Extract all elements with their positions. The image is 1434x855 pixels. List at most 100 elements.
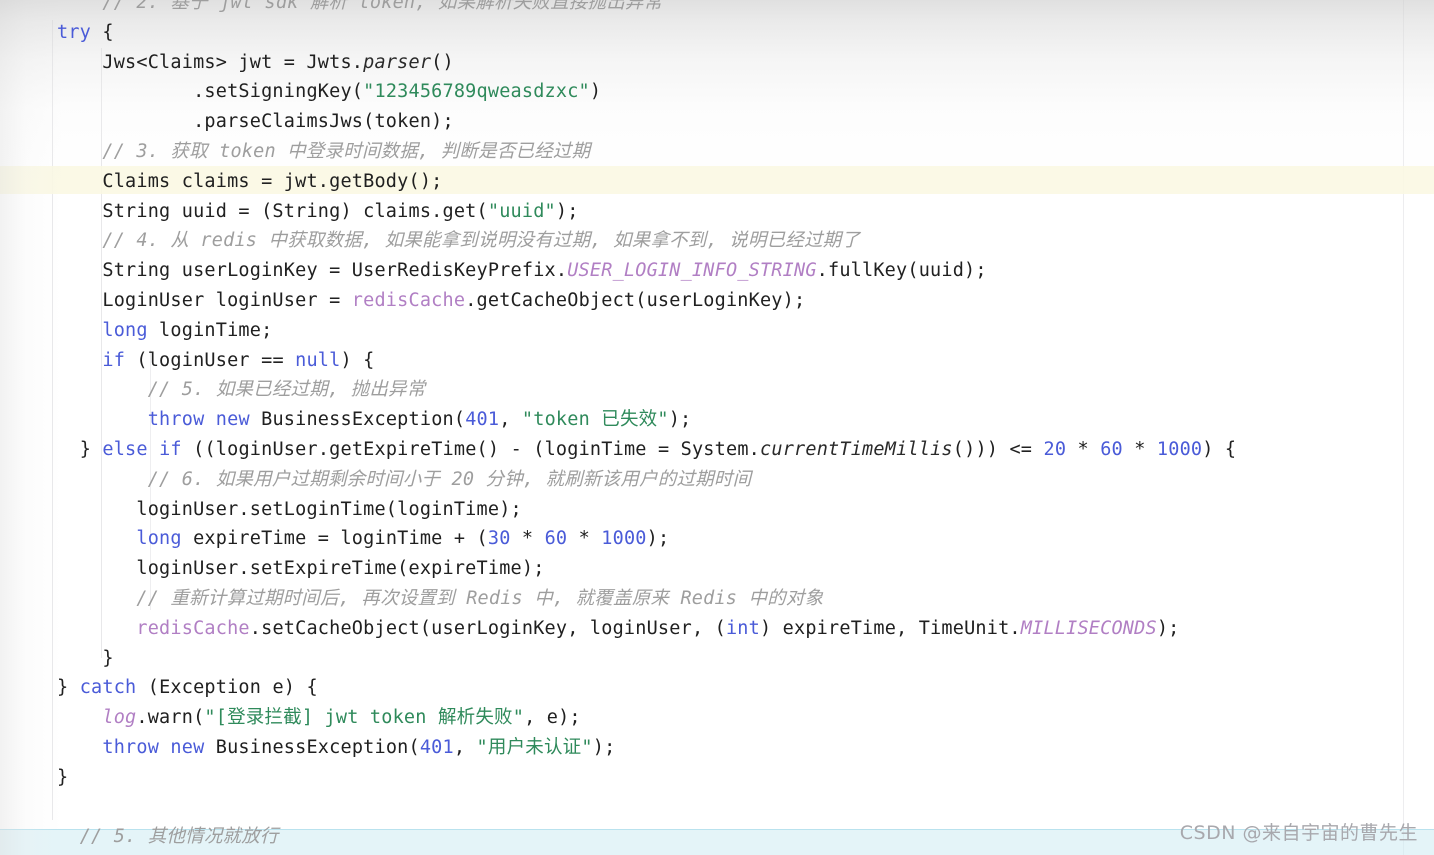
code-line[interactable]: } else if ((loginUser.getExpireTime() - …: [0, 435, 1236, 465]
code-token-pln: [159, 737, 170, 758]
code-line[interactable]: // 2. 基于 jwt sdk 解析 token, 如果解析失败直接抛出异常: [0, 0, 1236, 18]
code-line[interactable]: // 重新计算过期时间后, 再次设置到 Redis 中, 就覆盖原来 Redis…: [0, 584, 1236, 614]
code-token-pln: loginUser.setLoginTime(loginTime);: [136, 498, 522, 520]
code-token-pln: {: [91, 21, 114, 43]
code-token-num: 20: [1043, 438, 1067, 460]
code-token-kw: try: [57, 21, 92, 43]
code-token-kw: if: [102, 349, 126, 371]
code-token-mth: parser: [363, 51, 432, 73]
code-token-pln: ) {: [340, 349, 375, 371]
code-token-pln: loginUser.setExpireTime(expireTime);: [136, 558, 545, 580]
code-line[interactable]: redisCache.setCacheObject(userLoginKey, …: [0, 614, 1236, 644]
code-token-sfld: log: [102, 707, 137, 729]
code-line[interactable]: throw new BusinessException(401, "用户未认证"…: [0, 733, 1236, 763]
code-token-kw: new: [215, 409, 250, 431]
code-token-pln: (): [431, 51, 454, 73]
code-token-pln: [204, 409, 215, 430]
code-token-pln: );: [646, 528, 670, 550]
code-line[interactable]: loginUser.setExpireTime(expireTime);: [0, 554, 1236, 584]
code-line[interactable]: if (loginUser == null) {: [0, 346, 1236, 376]
right-margin-guide: [1403, 0, 1404, 855]
code-block[interactable]: // 2. 基于 jwt sdk 解析 token, 如果解析失败直接抛出异常 t…: [0, 0, 1236, 855]
code-token-pln: ())) <=: [952, 438, 1044, 460]
code-line[interactable]: // 4. 从 redis 中获取数据, 如果能拿到说明没有过期, 如果拿不到,…: [0, 226, 1236, 256]
code-token-pln: .getCacheObject(userLoginKey);: [465, 289, 806, 311]
code-token-cmt: // 5. 其他情况就放行: [79, 826, 279, 848]
code-token-pln: ) {: [1202, 438, 1237, 460]
code-line[interactable]: // 5. 其他情况就放行: [0, 822, 1236, 852]
code-token-kw: catch: [79, 677, 137, 699]
code-token-num: 60: [544, 528, 568, 550]
code-token-pln: ,: [499, 409, 522, 431]
code-line[interactable]: throw new BusinessException(401, "token …: [0, 405, 1236, 435]
code-token-cmt: // 4. 从 redis 中获取数据, 如果能拿到说明没有过期, 如果拿不到,…: [102, 230, 861, 252]
code-line[interactable]: }: [0, 644, 1236, 674]
code-line[interactable]: Jws<Claims> jwt = Jwts.parser(): [0, 48, 1236, 78]
code-token-fld: redisCache: [136, 617, 250, 639]
code-line[interactable]: String uuid = (String) claims.get("uuid"…: [0, 197, 1236, 227]
code-token-cmt: // 3. 获取 token 中登录时间数据, 判断是否已经过期: [102, 140, 591, 162]
code-token-kw: long: [102, 319, 148, 341]
code-line[interactable]: try {: [0, 18, 1236, 48]
code-token-pln: );: [592, 736, 616, 758]
code-token-pln: Claims claims = jwt.getBody();: [102, 170, 443, 192]
code-editor-viewport[interactable]: // 2. 基于 jwt sdk 解析 token, 如果解析失败直接抛出异常 t…: [0, 0, 1434, 855]
code-token-pln: *: [1122, 438, 1157, 460]
code-line[interactable]: Claims claims = jwt.getBody();: [0, 167, 1236, 197]
code-line[interactable]: LoginUser loginUser = redisCache.getCach…: [0, 286, 1236, 316]
code-token-pln: BusinessException(: [249, 409, 466, 431]
code-token-pln: (Exception e) {: [136, 677, 318, 699]
code-token-num: 30: [487, 528, 511, 550]
code-token-pln: (loginUser ==: [125, 349, 296, 371]
code-token-pln: ,: [453, 736, 477, 758]
code-line[interactable]: } catch (Exception e) {: [0, 673, 1236, 703]
code-line[interactable]: log.warn("[登录拦截] jwt token 解析失败", e);: [0, 703, 1236, 733]
code-token-num: 1000: [601, 528, 647, 550]
code-token-str: "用户未认证": [476, 736, 593, 758]
code-token-pln: [148, 439, 159, 460]
code-token-kw: long: [136, 528, 182, 550]
code-line[interactable]: String userLoginKey = UserRedisKeyPrefix…: [0, 256, 1236, 286]
code-line[interactable]: [0, 793, 1236, 823]
code-token-kw: null: [295, 349, 341, 371]
code-line[interactable]: // 3. 获取 token 中登录时间数据, 判断是否已经过期: [0, 137, 1236, 167]
code-token-kw: if: [159, 438, 182, 460]
code-line[interactable]: // 6. 如果用户过期剩余时间小于 20 分钟, 就刷新该用户的过期时间: [0, 465, 1236, 495]
code-line[interactable]: }: [0, 763, 1236, 793]
code-token-fld: redisCache: [351, 289, 466, 311]
code-token-pln: ) expireTime, TimeUnit.: [759, 617, 1021, 639]
code-line[interactable]: long loginTime;: [0, 316, 1236, 346]
code-token-cmt: // 6. 如果用户过期剩余时间小于 20 分钟, 就刷新该用户的过期时间: [147, 468, 752, 490]
code-token-num: 401: [465, 409, 500, 431]
code-line[interactable]: long expireTime = loginTime + (30 * 60 *…: [0, 524, 1236, 554]
code-token-pln: .warn(: [136, 707, 205, 729]
code-line[interactable]: .parseClaimsJws(token);: [0, 107, 1236, 137]
code-line[interactable]: loginUser.setLoginTime(loginTime);: [0, 495, 1236, 525]
code-token-sfld: USER_LOGIN_INFO_STRING: [567, 260, 817, 282]
code-token-pln: .parseClaimsJws(token);: [193, 111, 454, 133]
code-token-pln: }: [102, 647, 114, 669]
code-token-str: "token 已失效": [521, 409, 669, 431]
code-token-pln: loginTime;: [147, 319, 273, 341]
code-line[interactable]: // 5. 如果已经过期, 抛出异常: [0, 375, 1236, 405]
code-token-kw: throw: [102, 736, 160, 758]
code-line[interactable]: .setSigningKey("123456789qweasdzxc"): [0, 77, 1236, 107]
code-token-pln: );: [1156, 617, 1180, 639]
